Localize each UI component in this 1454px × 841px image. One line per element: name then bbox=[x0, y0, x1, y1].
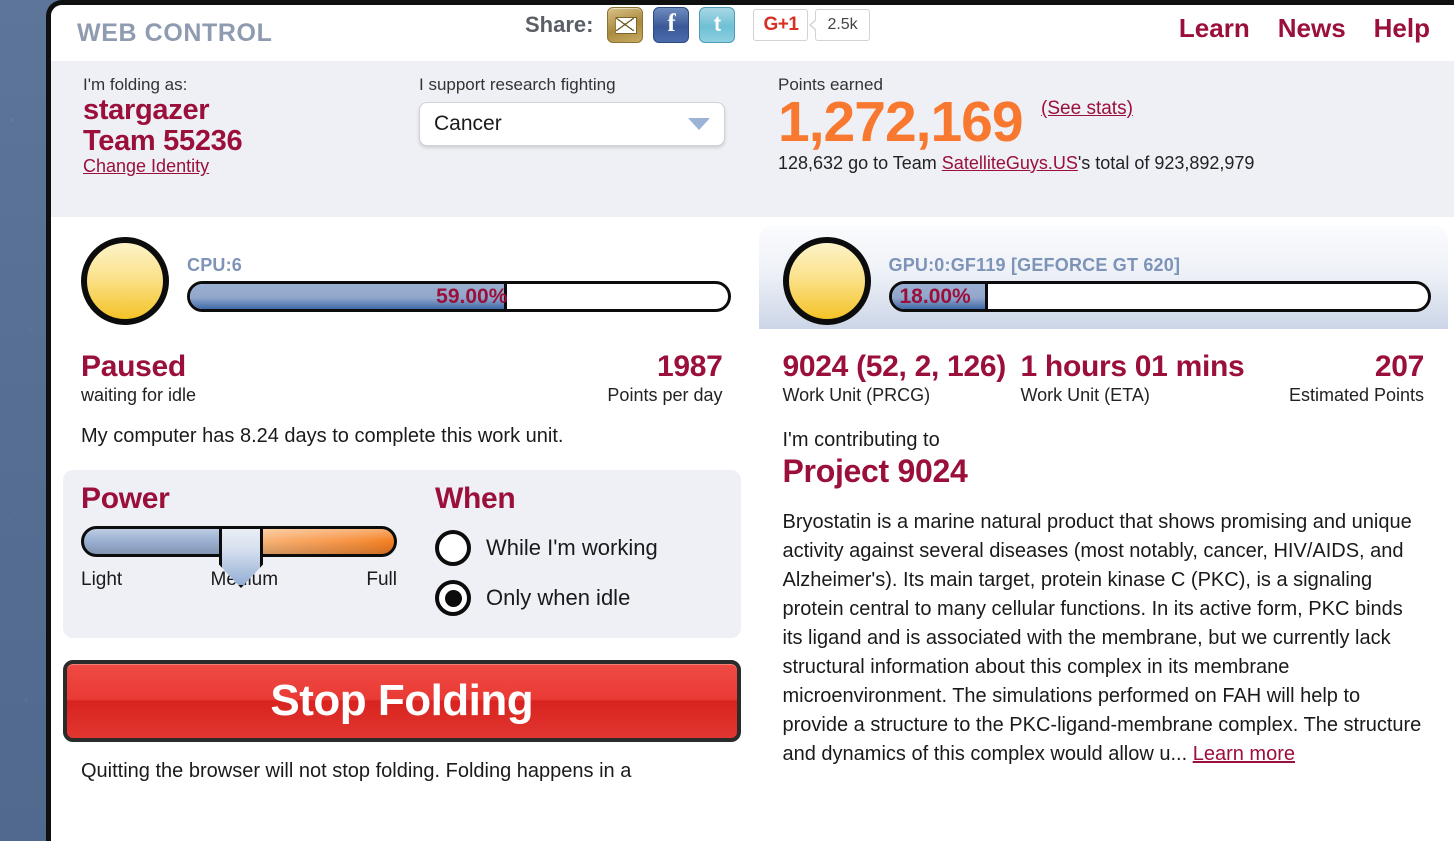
cpu-ppd-value: 1987 bbox=[656, 350, 723, 383]
cpu-ppd-label: Points per day bbox=[607, 384, 723, 405]
gpu-slot-card[interactable]: GPU:0:GF119 [GEFORCE GT 620] 18.00% bbox=[758, 225, 1448, 329]
power-tick-light: Light bbox=[81, 569, 123, 590]
disease-select[interactable]: Cancer bbox=[419, 102, 725, 146]
support-label: I support research fighting bbox=[419, 75, 616, 94]
folding-as-label: I'm folding as: bbox=[83, 75, 188, 94]
contributing-label: I'm contributing to bbox=[782, 429, 940, 451]
cpu-status-sub: waiting for idle bbox=[81, 384, 197, 405]
cpu-status-orb-icon bbox=[81, 237, 169, 325]
gpu-estpoints-label: Estimated Points bbox=[1288, 384, 1424, 405]
gpu-eta-value: 1 hours 01 mins bbox=[1020, 350, 1245, 383]
stop-folding-label: Stop Folding bbox=[270, 676, 534, 725]
project-title: Project 9024 bbox=[782, 453, 968, 489]
points-row: 1,272,169 (See stats) bbox=[778, 90, 1254, 154]
team-name: Team 55236 bbox=[83, 124, 243, 157]
radio-unselected-icon bbox=[435, 530, 471, 566]
team-contribution-post: 's total of 923,892,979 bbox=[1077, 152, 1255, 173]
contributing-block: I'm contributing to Project 9024 bbox=[783, 429, 1425, 490]
team-contribution-line: 128,632 go to Team SatelliteGuys.US's to… bbox=[778, 153, 1254, 174]
when-option-only-idle[interactable]: Only when idle bbox=[435, 580, 658, 616]
support-column: I support research fighting Cancer bbox=[419, 75, 739, 146]
project-description: Bryostatin is a marine natural product t… bbox=[783, 508, 1425, 769]
google-plus-widget: G+1 2.5k bbox=[753, 9, 870, 41]
nav-help[interactable]: Help bbox=[1374, 13, 1430, 44]
see-stats-link[interactable]: (See stats) bbox=[1041, 98, 1133, 120]
gpu-prcg-value: 9024 (52, 2, 126) bbox=[782, 350, 1007, 383]
gpu-prcg-block: 9024 (52, 2, 126) Work Unit (PRCG) bbox=[782, 350, 1007, 406]
learn-more-link[interactable]: Learn more bbox=[1193, 743, 1295, 765]
app-brand-title: WEB CONTROL bbox=[77, 18, 273, 47]
when-option-only-idle-label: Only when idle bbox=[486, 585, 631, 610]
when-option-while-working-label: While I'm working bbox=[486, 535, 658, 560]
gpu-prcg-label: Work Unit (PRCG) bbox=[782, 384, 931, 405]
cpu-slot-name: CPU:6 bbox=[187, 255, 243, 275]
cpu-status-row: Paused waiting for idle 1987 Points per … bbox=[81, 351, 723, 413]
points-earned-value: 1,272,169 bbox=[778, 90, 1024, 154]
power-title: Power bbox=[81, 482, 170, 515]
when-control: When While I'm working Only when idle bbox=[435, 482, 658, 616]
gpu-estpoints-value: 207 bbox=[1374, 350, 1424, 383]
gpu-progress-bar: 18.00% bbox=[888, 281, 1431, 312]
twitter-share-icon[interactable]: t bbox=[699, 7, 736, 43]
app-header: WEB CONTROL Share: f t G+1 2.5k Learn Ne… bbox=[51, 5, 1454, 61]
cpu-progress-bar: 59.00% bbox=[187, 281, 731, 312]
project-description-text: Bryostatin is a marine natural product t… bbox=[782, 511, 1422, 765]
chevron-down-icon bbox=[688, 118, 710, 130]
facebook-share-icon[interactable]: f bbox=[653, 7, 690, 43]
when-title: When bbox=[435, 482, 516, 515]
share-label: Share: bbox=[525, 12, 594, 37]
cpu-eta-note: My computer has 8.24 days to complete th… bbox=[81, 425, 564, 447]
web-control-window: WEB CONTROL Share: f t G+1 2.5k Learn Ne… bbox=[46, 0, 1454, 841]
cpu-status-value: Paused bbox=[81, 350, 186, 383]
google-plus-count[interactable]: 2.5k bbox=[809, 9, 870, 41]
disease-select-value: Cancer bbox=[434, 112, 502, 135]
cpu-slot-card[interactable]: CPU:6 59.00% bbox=[57, 225, 747, 329]
top-navigation: Learn News Help bbox=[1179, 13, 1430, 44]
nav-news[interactable]: News bbox=[1278, 13, 1346, 44]
gpu-slot-name: GPU:0:GF119 [GEFORCE GT 620] bbox=[888, 255, 1181, 275]
identity-column: I'm folding as: stargazer Team 55236 Cha… bbox=[83, 75, 243, 177]
cpu-column: CPU:6 59.00% Paused waiting for idle 198… bbox=[51, 217, 753, 822]
change-identity-link[interactable]: Change Identity bbox=[83, 156, 242, 177]
radio-selected-icon bbox=[435, 580, 471, 616]
gpu-column: GPU:0:GF119 [GEFORCE GT 620] 18.00% 9024… bbox=[752, 217, 1454, 822]
when-option-while-working[interactable]: While I'm working bbox=[435, 530, 658, 566]
cpu-status-block: Paused waiting for idle bbox=[81, 351, 196, 406]
points-column: Points earned 1,272,169 (See stats) 128,… bbox=[778, 75, 1254, 174]
gpu-progress-text: 18.00% bbox=[899, 284, 971, 308]
power-control: Power Light Medium Full bbox=[81, 482, 421, 591]
google-plus-button[interactable]: G+1 bbox=[753, 9, 809, 41]
share-bar: Share: f t G+1 2.5k bbox=[525, 7, 870, 43]
gpu-status-orb-icon bbox=[782, 237, 871, 325]
slots-area: CPU:6 59.00% Paused waiting for idle 198… bbox=[51, 217, 1454, 822]
cpu-progress-text: 59.00% bbox=[436, 284, 508, 308]
email-share-icon[interactable] bbox=[607, 7, 644, 43]
facebook-glyph: f bbox=[667, 10, 676, 37]
gpu-eta-block: 1 hours 01 mins Work Unit (ETA) bbox=[1021, 351, 1245, 406]
cpu-ppd-block: 1987 Points per day bbox=[607, 351, 722, 406]
twitter-glyph: t bbox=[713, 13, 721, 36]
team-contribution-pre: 128,632 go to Team bbox=[778, 152, 942, 173]
quit-note: Quitting the browser will not stop foldi… bbox=[81, 760, 632, 782]
gpu-status-row: 9024 (52, 2, 126) Work Unit (PRCG) 1 hou… bbox=[783, 351, 1425, 413]
power-when-panel: Power Light Medium Full When bbox=[63, 470, 741, 638]
power-tick-full: Full bbox=[366, 569, 397, 590]
identity-band: I'm folding as: stargazer Team 55236 Cha… bbox=[51, 61, 1454, 217]
gpu-estpoints-block: 207 Estimated Points bbox=[1289, 351, 1424, 406]
power-slider-wrap bbox=[81, 526, 421, 588]
gpu-eta-label: Work Unit (ETA) bbox=[1020, 384, 1150, 405]
stop-folding-button[interactable]: Stop Folding bbox=[63, 660, 741, 742]
nav-learn[interactable]: Learn bbox=[1179, 13, 1250, 44]
username: stargazer bbox=[83, 94, 210, 126]
team-link[interactable]: SatelliteGuys.US bbox=[942, 153, 1078, 173]
